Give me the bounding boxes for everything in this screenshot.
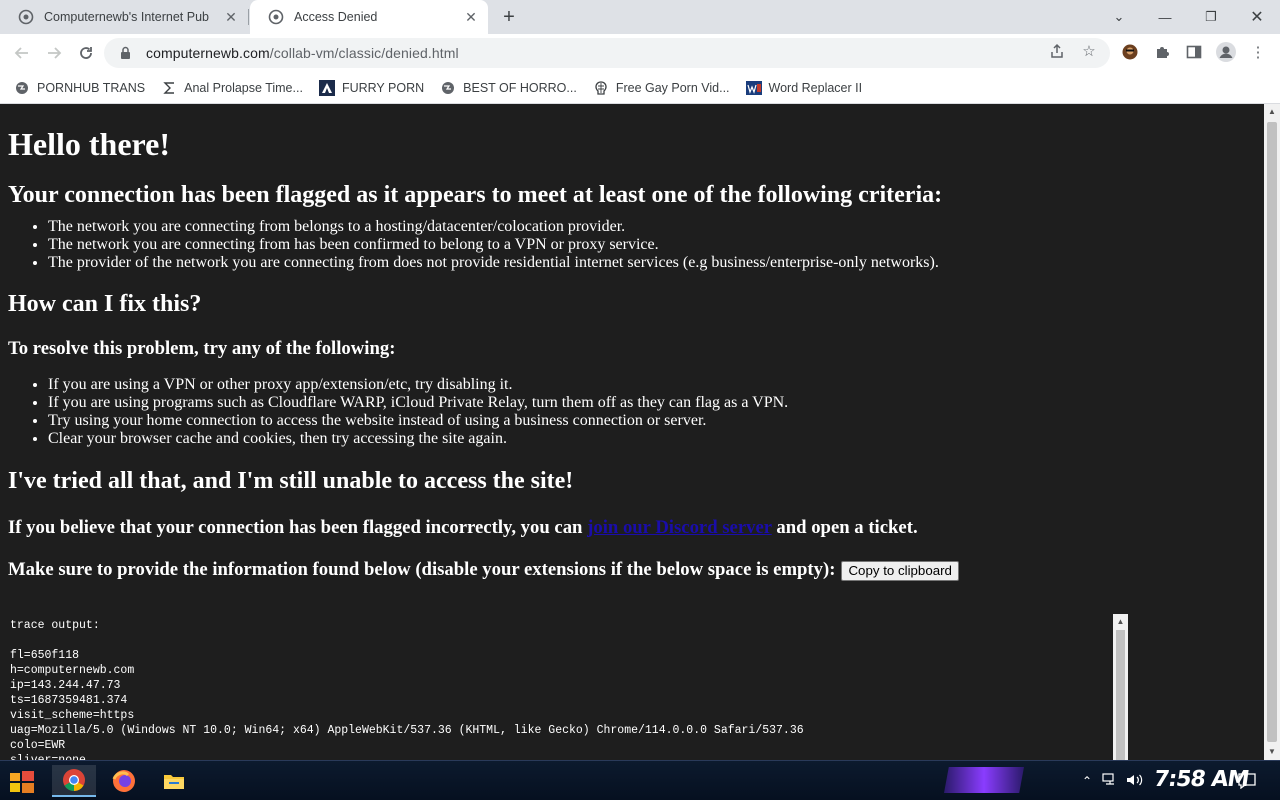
bookmark-label: FURRY PORN <box>341 80 425 95</box>
scrollbar-thumb[interactable] <box>1267 122 1277 742</box>
new-tab-button[interactable]: + <box>498 6 520 28</box>
taskbar-decoration <box>944 767 1024 793</box>
close-window-button[interactable]: ✕ <box>1234 0 1280 34</box>
taskbar: ⌃ 7:58 AM <box>0 760 1280 800</box>
discord-link[interactable]: join our Discord server <box>587 517 772 538</box>
network-icon[interactable] <box>1102 772 1118 790</box>
chrome-taskbar-icon[interactable] <box>52 765 96 797</box>
list-item: Clear your browser cache and cookies, th… <box>48 430 1264 448</box>
share-icon[interactable] <box>1048 42 1066 60</box>
tab-access-denied[interactable]: Access Denied ✕ <box>250 0 488 34</box>
trace-output-text: trace output: fl=650f118 h=computernewb.… <box>10 619 804 760</box>
chrome-menu-icon[interactable]: ⋮ <box>1248 42 1268 62</box>
list-item: If you are using programs such as Cloudf… <box>48 394 1264 412</box>
criteria-list: The network you are connecting from belo… <box>48 218 1264 272</box>
page-title: Hello there! <box>8 126 171 162</box>
bookmarks-bar: PORNHUB TRANS Anal Prolapse Time... FURR… <box>0 72 1280 104</box>
site-favicon-icon <box>18 9 34 25</box>
scroll-down-arrow-icon[interactable]: ▼ <box>1264 744 1280 760</box>
url-text: computernewb.com/collab-vm/classic/denie… <box>146 45 459 61</box>
bookmark-label: BEST OF HORRO... <box>463 80 577 95</box>
lock-icon[interactable] <box>118 46 132 60</box>
flag-heading: Your connection has been flagged as it a… <box>8 182 943 208</box>
site-favicon-icon <box>268 9 284 25</box>
incorrect-prefix: If you believe that your connection has … <box>8 517 588 538</box>
page-scrollbar[interactable]: ▲ ▼ <box>1264 104 1280 760</box>
bookmark-label: Word Replacer II <box>768 80 863 95</box>
incorrect-suffix: and open a ticket. <box>771 517 918 538</box>
show-hidden-icons-chevron-icon[interactable]: ⌃ <box>1082 774 1092 788</box>
close-tab-icon[interactable]: ✕ <box>222 8 240 26</box>
list-item: The network you are connecting from has … <box>48 236 1264 254</box>
bookmark-item[interactable]: PORNHUB TRANS <box>14 80 145 96</box>
bookmark-label: Free Gay Porn Vid... <box>615 80 730 95</box>
copy-to-clipboard-button[interactable]: Copy to clipboard <box>841 560 959 581</box>
list-item: If you are using a VPN or other proxy ap… <box>48 376 1264 394</box>
browser-toolbar: computernewb.com/collab-vm/classic/denie… <box>0 34 1280 72</box>
provide-info-text: Make sure to provide the information fou… <box>8 559 1264 581</box>
minimize-button[interactable]: — <box>1142 0 1188 34</box>
scroll-up-arrow-icon[interactable]: ▲ <box>1264 104 1280 120</box>
address-bar[interactable]: computernewb.com/collab-vm/classic/denie… <box>104 38 1110 68</box>
extensions-puzzle-icon[interactable] <box>1152 42 1172 62</box>
globe-icon <box>14 80 30 96</box>
sigma-icon <box>161 80 177 96</box>
bookmark-star-icon[interactable]: ☆ <box>1080 42 1098 60</box>
taskbar-clock[interactable]: 7:58 AM <box>1152 767 1250 792</box>
fix-heading: How can I fix this? <box>8 291 202 317</box>
system-tray: ⌃ <box>1082 761 1144 800</box>
bookmark-label: PORNHUB TRANS <box>37 80 146 95</box>
scrollbar-thumb[interactable] <box>1116 630 1125 760</box>
restore-button[interactable]: ❐ <box>1188 0 1234 34</box>
url-host: computernewb.com <box>146 45 270 61</box>
bookmark-item[interactable]: Anal Prolapse Time... <box>161 80 303 96</box>
url-path: /collab-vm/classic/denied.html <box>269 45 459 61</box>
close-tab-icon[interactable]: ✕ <box>462 8 480 26</box>
bookmark-item[interactable]: Free Gay Porn Vid... <box>593 80 730 96</box>
bookmark-item[interactable]: FURRY PORN <box>318 79 425 96</box>
wr-logo-icon <box>745 80 762 96</box>
forward-button[interactable] <box>42 41 66 65</box>
reload-button[interactable] <box>74 41 98 65</box>
bookmark-item[interactable]: BEST OF HORRO... <box>440 80 577 96</box>
volume-icon[interactable] <box>1126 773 1144 790</box>
incorrect-flag-text: If you believe that your connection has … <box>8 517 1264 539</box>
tab-strip: Computernewb's Internet Pub ✕ Access Den… <box>0 0 1280 34</box>
bookmark-item[interactable]: Word Replacer II <box>745 80 863 96</box>
fixes-list: If you are using a VPN or other proxy ap… <box>48 376 1264 448</box>
brain-icon <box>593 80 609 96</box>
list-item: The network you are connecting from belo… <box>48 218 1264 236</box>
tab-search-chevron-icon[interactable]: ⌄ <box>1096 0 1142 34</box>
tab-title: Computernewb's Internet Pub <box>44 10 209 24</box>
tab-divider <box>248 9 249 25</box>
back-button[interactable] <box>10 41 34 65</box>
side-panel-icon[interactable] <box>1184 42 1204 62</box>
notification-center-icon[interactable] <box>1238 761 1256 800</box>
profile-extension-avatar-icon[interactable] <box>1120 42 1140 62</box>
tried-heading: I've tried all that, and I'm still unabl… <box>8 468 574 494</box>
tab-title: Access Denied <box>294 10 378 24</box>
start-button[interactable] <box>6 769 38 795</box>
trace-scrollbar[interactable]: ▲ <box>1113 614 1128 760</box>
list-item: Try using your home connection to access… <box>48 412 1264 430</box>
profile-avatar-icon[interactable] <box>1216 42 1236 62</box>
list-item: The provider of the network you are conn… <box>48 254 1264 272</box>
trace-output-box[interactable]: trace output: fl=650f118 h=computernewb.… <box>8 614 1128 760</box>
page-content: Hello there! Your connection has been fl… <box>0 104 1264 760</box>
tab-computernewb-pub[interactable]: Computernewb's Internet Pub ✕ <box>0 0 248 34</box>
resolve-heading: To resolve this problem, try any of the … <box>8 338 396 359</box>
triangle-logo-icon <box>318 79 335 96</box>
firefox-taskbar-icon[interactable] <box>102 765 146 797</box>
bookmark-label: Anal Prolapse Time... <box>184 80 303 95</box>
globe-icon <box>440 80 456 96</box>
file-explorer-taskbar-icon[interactable] <box>152 765 196 797</box>
provide-label: Make sure to provide the information fou… <box>8 559 836 580</box>
scroll-up-arrow-icon[interactable]: ▲ <box>1113 614 1128 629</box>
